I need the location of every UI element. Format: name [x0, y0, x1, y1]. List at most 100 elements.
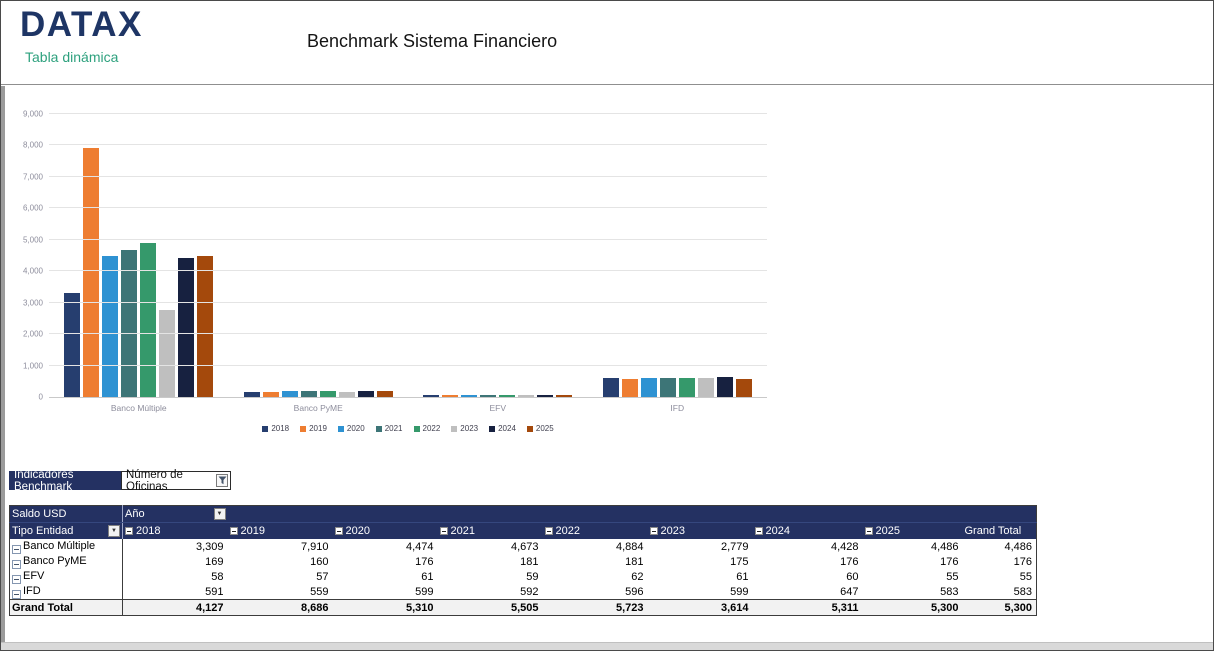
legend-item-2021: 2021: [376, 424, 403, 433]
collapse-year-2023-button[interactable]: [650, 527, 658, 535]
gridline: [49, 207, 767, 208]
gridline: [49, 176, 767, 177]
cell-2-2018: 58: [123, 569, 228, 584]
bar-2021-3: [660, 378, 676, 397]
bar-2024-1: [358, 391, 374, 397]
collapse-year-2019-button[interactable]: [230, 527, 238, 535]
legend-item-2024: 2024: [489, 424, 516, 433]
pivot-header-row-years: Tipo Entidad▼201820192020202120222023202…: [10, 523, 1037, 540]
cell-3-2022: 596: [543, 584, 648, 600]
legend-item-2019: 2019: [300, 424, 327, 433]
bar-2019-2: [442, 395, 458, 397]
row-label-text: Banco Múltiple: [23, 540, 95, 552]
cell-2-2019: 57: [228, 569, 333, 584]
collapse-row-0-button[interactable]: [12, 545, 21, 554]
cell-0-2025: 4,486: [863, 539, 963, 554]
bar-2025-3: [736, 379, 752, 397]
ano-filter-dropdown[interactable]: ▼: [214, 508, 226, 520]
chart-legend: 20182019202020212022202320242025: [49, 424, 767, 433]
table-row-1: Banco PyME169160176181181175176176176: [10, 554, 1037, 569]
x-axis: Banco MúltipleBanco PyMEEFVIFD: [49, 403, 767, 413]
row-label-0: Banco Múltiple: [10, 539, 123, 554]
cell-0-2020: 4,474: [333, 539, 438, 554]
row-field-header: Tipo Entidad▼: [10, 523, 123, 540]
collapse-year-2024-button[interactable]: [755, 527, 763, 535]
legend-swatch-icon: [489, 426, 495, 432]
legend-item-2022: 2022: [414, 424, 441, 433]
grand-total-column-header: Grand Total: [963, 523, 1037, 540]
legend-label: 2024: [498, 424, 516, 433]
legend-item-2020: 2020: [338, 424, 365, 433]
bar-2023-3: [698, 378, 714, 397]
grand-total-cell-2023: 3,614: [648, 600, 753, 616]
bar-2020-0: [102, 256, 118, 397]
bar-2018-2: [423, 395, 439, 397]
pivot-table: Saldo USDAño▼Tipo Entidad▼20182019202020…: [9, 505, 1037, 616]
cell-2-2025: 55: [863, 569, 963, 584]
cell-3-2019: 559: [228, 584, 333, 600]
year-label: 2019: [241, 525, 265, 537]
bar-2021-0: [121, 250, 137, 397]
year-label: 2025: [876, 525, 900, 537]
year-column-header-2021: 2021: [438, 523, 543, 540]
collapse-year-2018-button[interactable]: [125, 527, 133, 535]
logo-subtitle: Tabla dinámica: [25, 49, 118, 65]
gridline: [49, 144, 767, 145]
x-axis-label-0: Banco Múltiple: [49, 403, 229, 413]
grand-total-row-label: Grand Total: [10, 600, 123, 616]
collapse-year-2021-button[interactable]: [440, 527, 448, 535]
year-label: 2021: [451, 525, 475, 537]
x-axis-label-1: Banco PyME: [229, 403, 409, 413]
collapse-year-2025-button[interactable]: [865, 527, 873, 535]
table-row-3: IFD591559599592596599647583583: [10, 584, 1037, 600]
gridline: [49, 270, 767, 271]
legend-swatch-icon: [527, 426, 533, 432]
bar-2020-2: [461, 395, 477, 397]
bar-2024-3: [717, 377, 733, 397]
bar-2025-1: [377, 391, 393, 397]
collapse-row-2-button[interactable]: [12, 575, 21, 584]
page-title: Benchmark Sistema Financiero: [307, 31, 557, 52]
year-column-header-2024: 2024: [753, 523, 863, 540]
legend-label: 2021: [385, 424, 403, 433]
year-header-cell: 2025: [865, 525, 961, 537]
bar-2024-2: [537, 395, 553, 397]
cell-1-grand-total: 176: [963, 554, 1037, 569]
cell-2-grand-total: 55: [963, 569, 1037, 584]
cell-3-2023: 599: [648, 584, 753, 600]
cell-3-2018: 591: [123, 584, 228, 600]
filter-funnel-icon[interactable]: [216, 474, 228, 487]
collapse-row-3-button[interactable]: [12, 590, 21, 599]
row-label-text: IFD: [23, 585, 41, 597]
collapse-year-2022-button[interactable]: [545, 527, 553, 535]
tipo-entidad-filter-dropdown[interactable]: ▼: [108, 525, 120, 537]
y-axis-label: 8,000: [23, 141, 43, 150]
cell-2-2020: 61: [333, 569, 438, 584]
cell-1-2023: 175: [648, 554, 753, 569]
bar-2022-0: [140, 243, 156, 397]
top-header-bar: DATAX Tabla dinámica Benchmark Sistema F…: [1, 1, 1213, 85]
grand-total-cell-2025: 5,300: [863, 600, 963, 616]
filter-value-text: Número de Oficinas: [126, 469, 216, 493]
year-header-cell: 2024: [755, 525, 861, 537]
bar-chart: 01,0002,0003,0004,0005,0006,0007,0008,00…: [9, 101, 789, 446]
legend-swatch-icon: [376, 426, 382, 432]
y-axis-label: 2,000: [23, 330, 43, 339]
collapse-row-1-button[interactable]: [12, 560, 21, 569]
grand-total-cell-2019: 8,686: [228, 600, 333, 616]
report-filter-row: Indicadores Benchmark Número de Oficinas: [9, 471, 231, 490]
gridline: [49, 239, 767, 240]
y-axis-label: 5,000: [23, 235, 43, 244]
legend-label: 2023: [460, 424, 478, 433]
cell-0-2019: 7,910: [228, 539, 333, 554]
legend-swatch-icon: [451, 426, 457, 432]
row-label-3: IFD: [10, 584, 123, 600]
year-column-header-2023: 2023: [648, 523, 753, 540]
datax-logo: DATAX: [20, 5, 143, 45]
bar-2022-2: [499, 395, 515, 397]
legend-swatch-icon: [338, 426, 344, 432]
filter-value-cell: Número de Oficinas: [121, 471, 231, 490]
cell-2-2022: 62: [543, 569, 648, 584]
collapse-year-2020-button[interactable]: [335, 527, 343, 535]
cell-3-2025: 583: [863, 584, 963, 600]
